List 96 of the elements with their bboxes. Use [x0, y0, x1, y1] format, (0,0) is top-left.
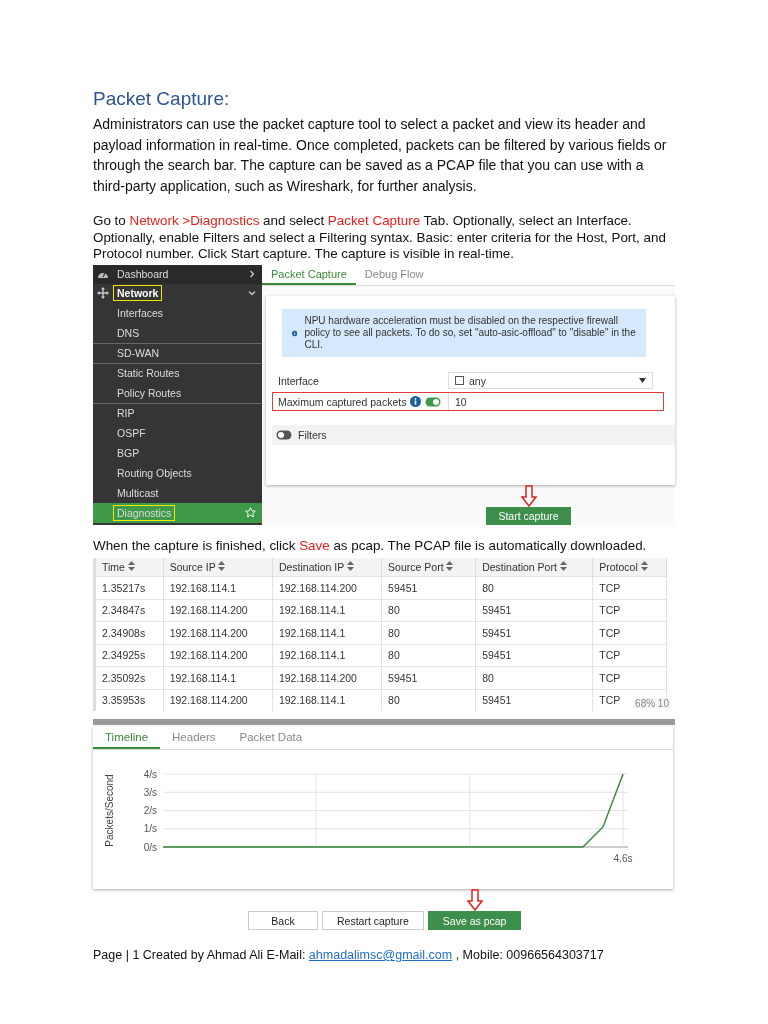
table-cell: 59451: [475, 599, 593, 622]
sidebar-item[interactable]: Interfaces: [113, 304, 168, 321]
sort-icon: [127, 561, 135, 571]
table-cell: TCP: [592, 599, 667, 622]
table-cell: 192.168.114.1: [163, 666, 273, 689]
toggle-switch[interactable]: [425, 396, 442, 407]
table-cell: 192.168.114.200: [163, 689, 273, 711]
column-header[interactable]: Protocol: [592, 558, 667, 577]
tab[interactable]: Debug Flow: [355, 264, 433, 286]
axis-title: Packets/Second: [104, 774, 115, 847]
sort-icon: [446, 561, 454, 571]
table-cell: 59451: [381, 666, 476, 689]
tab[interactable]: Packet Data: [227, 727, 315, 749]
table-cell: 80: [475, 666, 593, 689]
table-cell: 192.168.114.1: [272, 689, 382, 711]
sidebar-item[interactable]: BGP: [113, 444, 144, 461]
chevron-down-icon: [248, 289, 256, 297]
footer-text: Page | 1 Created by Ahmad Ali E-Mail: ahmadalimsc@gmail.com , Mobile: 00966564303717: [93, 948, 605, 962]
column-header[interactable]: Source IP: [163, 558, 273, 577]
table-cell: 192.168.114.200: [163, 644, 273, 667]
table-cell: 80: [475, 576, 593, 599]
table-cell: TCP: [592, 644, 667, 667]
table-cell: 2.34908s: [94, 621, 164, 644]
sort-icon: [347, 561, 354, 571]
action-button[interactable]: Restart capture: [322, 911, 424, 930]
info-icon: [410, 396, 422, 408]
heading: Packet Capture:: [93, 88, 231, 110]
tick-label: 0/s: [143, 841, 157, 853]
filters-label: Filters: [298, 429, 327, 442]
sort-icon: [218, 561, 226, 571]
table-cell: 1.35217s: [94, 576, 164, 599]
paragraph: When the capture is finished, click Save as pcap. The PCAP file is automatically downloaded.: [93, 537, 648, 554]
action-button[interactable]: Back: [248, 911, 318, 930]
table-cell: TCP: [592, 576, 667, 599]
table-cell: 2.34847s: [94, 599, 164, 622]
table-cell: 2.35092s: [94, 666, 164, 689]
tick-label: 4/s: [143, 768, 157, 780]
sidebar-item[interactable]: OSPF: [113, 424, 150, 441]
table-cell: 192.168.114.200: [163, 599, 273, 622]
table-cell: 59451: [381, 576, 476, 599]
notice-text: NPU hardware acceleration must be disabled on the respective firewall policy to see all packets. To do so, set "auto-asic-offload" to "disable" in the CLI.: [304, 315, 636, 352]
toggle-switch[interactable]: [276, 430, 292, 441]
tick-label: 4.6s: [613, 853, 633, 864]
packets-input[interactable]: 10: [448, 393, 663, 411]
tab[interactable]: Timeline: [93, 727, 161, 749]
save-button[interactable]: Save as pcap: [427, 911, 522, 930]
table-cell: 80: [381, 689, 476, 711]
column-header[interactable]: Time: [94, 558, 164, 577]
interface-dropdown[interactable]: any: [448, 372, 653, 390]
tick-label: 1/s: [143, 823, 157, 835]
table-cell: TCP: [592, 666, 667, 689]
table-cell: 192.168.114.1: [272, 644, 382, 667]
table-cell: 192.168.114.1: [272, 599, 382, 622]
sidebar-item[interactable]: Routing Objects: [113, 464, 196, 481]
sidebar-item[interactable]: RIP: [113, 405, 139, 421]
star-icon: [245, 507, 256, 518]
caret-icon: [639, 378, 646, 384]
table-cell: 80: [381, 621, 476, 644]
table-cell: 80: [381, 644, 476, 667]
sort-icon: [640, 561, 648, 571]
table-cell: 192.168.114.200: [163, 621, 273, 644]
table-cell: 59451: [475, 621, 593, 644]
table-cell: 80: [381, 599, 476, 622]
column-header[interactable]: Destination IP: [272, 558, 382, 577]
sidebar-item[interactable]: Static Routes: [113, 365, 184, 381]
sidebar-item[interactable]: DNS: [113, 324, 144, 341]
tick-label: 3/s: [143, 786, 157, 798]
table-cell: 192.168.114.1: [272, 621, 382, 644]
table-cell: 59451: [475, 689, 593, 711]
column-header[interactable]: Destination Port: [475, 558, 593, 577]
table-cell: 192.168.114.1: [163, 576, 273, 599]
start-capture-button[interactable]: Start capture: [486, 506, 571, 525]
field-label: Interface: [278, 374, 320, 387]
zoom-overlay: 68% 10: [633, 698, 671, 709]
email-link[interactable]: ahmadalimsc@gmail.com: [308, 948, 453, 962]
move-icon: [97, 287, 109, 299]
sidebar-item[interactable]: SD-WAN: [113, 345, 164, 361]
paragraph: Administrators can use the packet capture tool to select a packet and view its header and payload information in real-time. Once completed, packets can be filtered by various fields or through the search bar. The capture can be saved as a PCAP file that you can use with a third-party application, such as Wireshark, for further analysis.: [93, 115, 668, 196]
checkbox-icon: [455, 376, 464, 386]
sidebar-item[interactable]: Policy Routes: [113, 384, 186, 401]
sidebar-item[interactable]: Multicast: [113, 484, 163, 501]
paragraph: Go to Network >Diagnostics and select Packet Capture Tab. Optionally, select an Interface. Optionally, enable Filters and select a Filtering syntax. Basic: enter criteria for the Host, Port, and Protocol number. Click Start capture. The capture is visible in real-time.: [93, 213, 667, 263]
column-header[interactable]: Source Port: [381, 558, 476, 577]
table-cell: 3.35953s: [94, 689, 164, 711]
tick-label: 2/s: [143, 805, 157, 816]
table-cell: TCP: [592, 621, 667, 644]
sidebar-item[interactable]: Network: [113, 285, 163, 301]
table-cell: 2.34925s: [94, 644, 164, 667]
chevron-right-icon: [248, 270, 256, 278]
field-label: Maximum captured packets: [278, 395, 407, 408]
tab[interactable]: Headers: [160, 727, 228, 749]
sort-icon: [559, 561, 567, 571]
tab[interactable]: Packet Capture: [262, 264, 356, 286]
table-cell: 192.168.114.200: [272, 666, 382, 689]
table-cell: 192.168.114.200: [272, 576, 382, 599]
table-cell: 59451: [475, 644, 593, 667]
